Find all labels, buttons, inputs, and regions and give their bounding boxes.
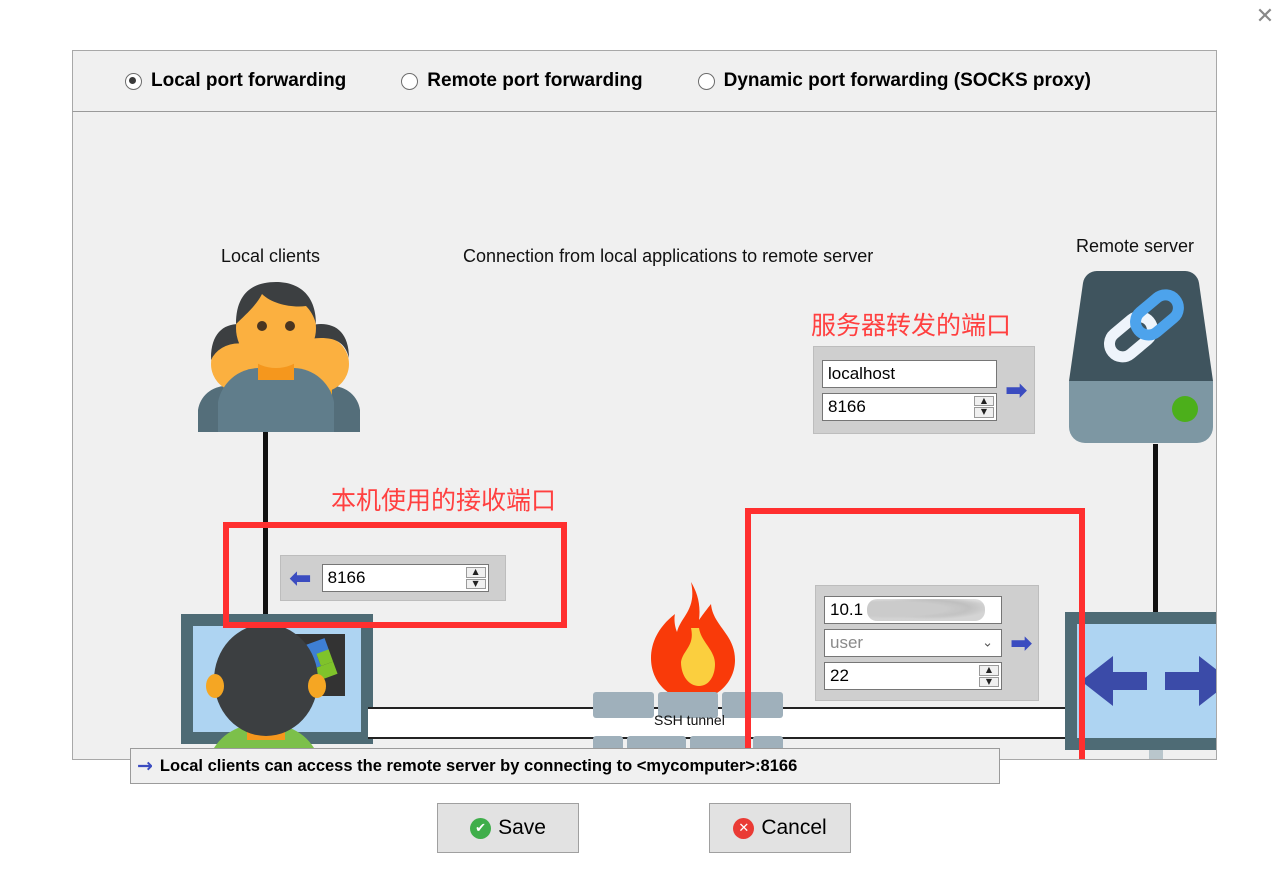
status-text: Local clients can access the remote serv… (159, 756, 798, 775)
connector-line-server (1153, 444, 1158, 624)
label-remote-server: Remote server (1076, 236, 1195, 256)
radio-dot-icon (125, 72, 142, 90)
dialog-button-row: ✔ Save ✕ Cancel (0, 803, 1288, 853)
save-button-label: Save (498, 816, 546, 839)
radio-label: Dynamic port forwarding (SOCKS proxy) (723, 70, 1091, 91)
radio-label: Local port forwarding (151, 70, 347, 91)
close-icon: ✕ (1255, 4, 1275, 29)
forwarding-mode-bar: Local port forwarding Remote port forwar… (72, 50, 1217, 112)
my-computer-icon: >_ (179, 610, 375, 759)
remote-server-icon (1041, 269, 1216, 449)
radio-local-port-forwarding[interactable]: Local port forwarding (125, 70, 346, 92)
stepper-up-icon[interactable]: ▲ (974, 395, 994, 406)
forwarded-port-panel: localhost 8166 ▲ ▼ ➡ (813, 346, 1035, 434)
port-forwarding-dialog: Local port forwarding Remote port forwar… (72, 50, 1217, 840)
highlight-box-ssh-server (745, 508, 1085, 759)
highlight-box-local-port (223, 522, 567, 628)
cancel-button-label: Cancel (761, 816, 827, 839)
local-clients-icon (178, 280, 374, 432)
status-bar: → Local clients can access the remote se… (130, 748, 1000, 784)
forwarded-port-value: 8166 (828, 396, 866, 416)
arrow-right-icon: ➡ (1005, 374, 1028, 406)
radio-dot-icon (697, 72, 715, 90)
radio-dynamic-port-forwarding[interactable]: Dynamic port forwarding (SOCKS proxy) (697, 70, 1091, 92)
radio-label: Remote port forwarding (427, 70, 643, 91)
forwarded-host-input[interactable]: localhost (822, 359, 997, 388)
forwarding-diagram: Local clients Connection from local appl… (72, 112, 1217, 760)
forwarded-port-stepper[interactable]: ▲ ▼ (974, 395, 994, 418)
firewall-flame-icon (633, 582, 745, 700)
annotation-remote-forwarded-port: 服务器转发的端口 (811, 311, 1012, 340)
radio-dot-icon (401, 72, 419, 90)
check-circle-icon: ✔ (470, 817, 492, 839)
forwarded-port-input[interactable]: 8166 ▲ ▼ (822, 392, 997, 421)
stepper-down-icon[interactable]: ▼ (974, 407, 994, 418)
radio-remote-port-forwarding[interactable]: Remote port forwarding (401, 70, 643, 92)
annotation-local-listen-port: 本机使用的接收端口 (331, 486, 557, 515)
cancel-button[interactable]: ✕ Cancel (709, 803, 851, 853)
cross-circle-icon: ✕ (733, 817, 755, 839)
label-local-clients: Local clients (221, 246, 321, 266)
save-button[interactable]: ✔ Save (437, 803, 579, 853)
forwarded-host-value: localhost (828, 363, 896, 383)
label-connection-description: Connection from local applications to re… (463, 246, 874, 266)
arrow-right-icon: → (137, 754, 153, 777)
window-close-button[interactable]: ✕ (1242, 0, 1288, 34)
label-ssh-tunnel: SSH tunnel (654, 712, 725, 728)
